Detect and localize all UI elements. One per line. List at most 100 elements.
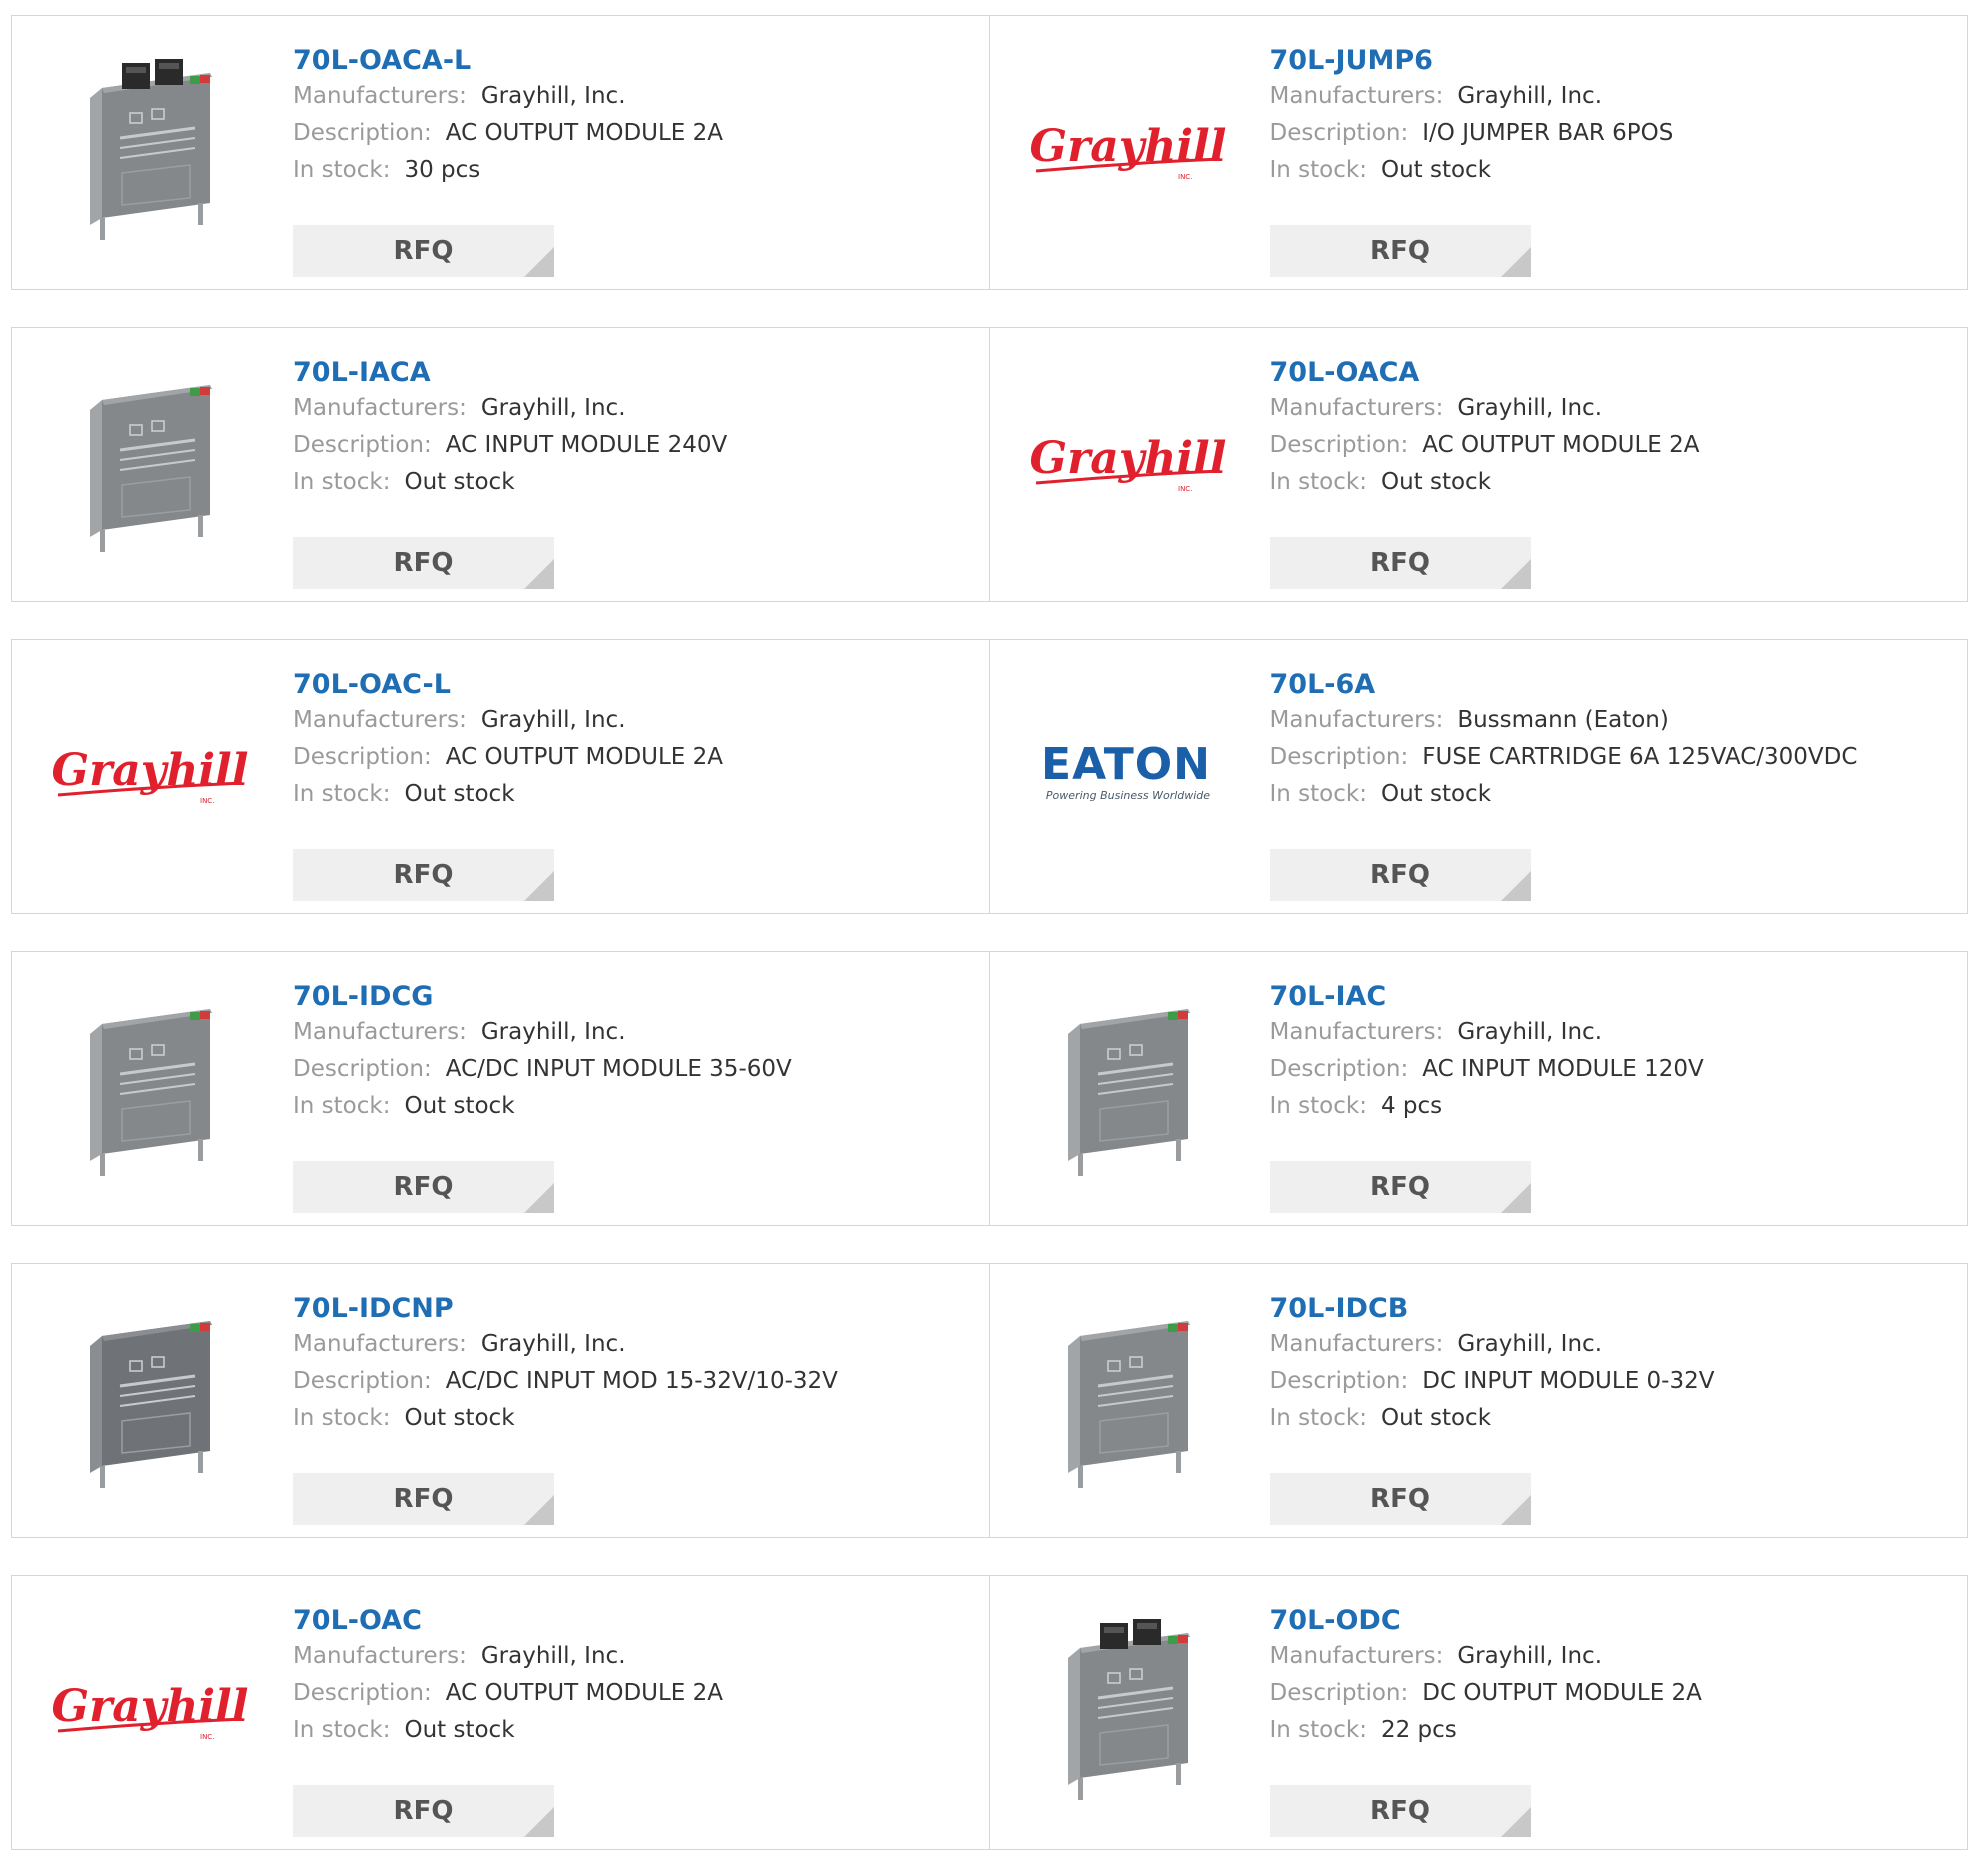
manufacturer-label: Manufacturers: [1269,1019,1444,1045]
description-line: Description: FUSE CARTRIDGE 6A 125VAC/300… [1270,739,1858,776]
description-line: Description: I/O JUMPER BAR 6POS [1270,115,1674,152]
rfq-button[interactable]: RFQ [293,1473,554,1525]
rfq-button[interactable]: RFQ [1269,1785,1531,1837]
stock-value: Out stock [404,469,515,495]
part-number-link[interactable]: 70L-IAC [1270,980,1387,1014]
part-number-link[interactable]: 70L-OACA-L [293,44,471,78]
product-info: 70L-IAC Manufacturers: Grayhill, Inc. Descr… [1269,980,1704,1213]
rfq-label: RFQ [1370,1796,1430,1826]
rfq-label: RFQ [393,860,454,890]
corner-triangle-icon [1500,1183,1531,1213]
product-image[interactable] [1028,1613,1228,1813]
product-row: 70L-IDCNP Manufacturers: Grayhill, Inc. Des… [11,1263,1968,1538]
rfq-button[interactable]: RFQ [1269,849,1531,901]
manufacturer-value: Grayhill, Inc. [480,83,626,109]
rfq-button[interactable]: RFQ [293,1161,554,1213]
svg-text:INC.: INC. [1178,485,1192,493]
part-number-link[interactable]: 70L-OAC [293,1604,422,1638]
product-row: 70L-IACA Manufacturers: Grayhill, Inc. Desc… [11,327,1968,602]
product-card: 70L-IAC Manufacturers: Grayhill, Inc. Descr… [990,952,1968,1225]
product-image[interactable] [1028,1301,1228,1501]
product-card: 70L-ODC Manufacturers: Grayhill, Inc. Descr… [990,1576,1968,1849]
description-value: AC INPUT MODULE 240V [445,432,728,458]
corner-triangle-icon [1500,559,1531,589]
product-info: 70L-IDCB Manufacturers: Grayhill, Inc. Desc… [1269,1292,1715,1525]
rfq-label: RFQ [393,1484,454,1514]
part-number-link[interactable]: 70L-ODC [1270,1604,1401,1638]
manufacturer-line: Manufacturers: Grayhill, Inc. [1270,390,1700,427]
description-label: Description: [1269,1056,1409,1082]
corner-triangle-icon [524,1495,554,1525]
description-value: AC OUTPUT MODULE 2A [445,744,724,770]
description-line: Description: DC INPUT MODULE 0-32V [1270,1363,1715,1400]
grayhill-logo-image[interactable]: Grayhill INC. [50,1613,250,1813]
rfq-button[interactable]: RFQ [1269,1473,1531,1525]
manufacturer-value: Grayhill, Inc. [480,1019,626,1045]
rfq-button[interactable]: RFQ [1269,225,1531,277]
stock-value: Out stock [404,781,515,807]
rfq-label: RFQ [393,236,454,266]
description-value: FUSE CARTRIDGE 6A 125VAC/300VDC [1422,744,1858,770]
description-value: DC OUTPUT MODULE 2A [1422,1680,1702,1706]
rfq-button[interactable]: RFQ [293,1785,554,1837]
stock-label: In stock: [293,781,391,807]
stock-line: In stock: 22 pcs [1270,1712,1702,1749]
rfq-button[interactable]: RFQ [293,537,554,589]
product-image[interactable] [50,989,250,1189]
part-number-link[interactable]: 70L-IACA [293,356,431,390]
rfq-button[interactable]: RFQ [1269,1161,1531,1213]
product-image[interactable] [1028,989,1228,1189]
description-line: Description: AC/DC INPUT MODULE 35-60V [293,1051,792,1088]
grayhill-logo-image[interactable]: Grayhill INC. [50,677,250,877]
part-number-link[interactable]: 70L-OACA [1270,356,1420,390]
manufacturer-label: Manufacturers: [1269,395,1444,421]
part-number-link[interactable]: 70L-OAC-L [293,668,451,702]
stock-label: In stock: [1269,781,1367,807]
product-image[interactable] [50,1301,250,1501]
description-value: AC OUTPUT MODULE 2A [445,1680,724,1706]
manufacturer-label: Manufacturers: [1269,83,1444,109]
manufacturer-value: Grayhill, Inc. [1457,395,1602,421]
rfq-button[interactable]: RFQ [1269,537,1531,589]
product-card: EATON Powering Business Worldwide 70L-6A Ma… [990,640,1968,913]
rfq-button[interactable]: RFQ [293,225,554,277]
stock-value: Out stock [404,1717,515,1743]
rfq-label: RFQ [1370,236,1430,266]
product-image[interactable] [50,365,250,565]
stock-value: Out stock [1380,469,1492,495]
description-value: AC/DC INPUT MODULE 35-60V [445,1056,792,1082]
stock-label: In stock: [293,469,391,495]
rfq-label: RFQ [1370,1172,1430,1202]
manufacturer-label: Manufacturers: [293,1643,467,1669]
rfq-button[interactable]: RFQ [293,849,554,901]
manufacturer-value: Grayhill, Inc. [1457,1331,1602,1357]
manufacturer-line: Manufacturers: Grayhill, Inc. [293,1326,838,1363]
product-row: 70L-OACA-L Manufacturers: Grayhill, Inc. De… [11,15,1968,290]
part-number-link[interactable]: 70L-6A [1270,668,1376,702]
stock-label: In stock: [1269,1093,1367,1119]
part-number-link[interactable]: 70L-IDCG [293,980,433,1014]
stock-line: In stock: Out stock [1270,776,1858,813]
manufacturer-line: Manufacturers: Grayhill, Inc. [293,78,723,115]
part-number-link[interactable]: 70L-JUMP6 [1270,44,1433,78]
product-card: Grayhill INC. 70L-OACA Manufacturers: Grayhi… [990,328,1968,601]
description-line: Description: AC OUTPUT MODULE 2A [293,115,723,152]
product-image[interactable] [50,53,250,253]
product-card: 70L-IDCB Manufacturers: Grayhill, Inc. Desc… [990,1264,1968,1537]
part-number-link[interactable]: 70L-IDCNP [293,1292,454,1326]
part-number-link[interactable]: 70L-IDCB [1270,1292,1409,1326]
stock-value: Out stock [1380,781,1492,807]
grayhill-logo-image[interactable]: Grayhill INC. [1028,365,1228,565]
rfq-label: RFQ [1370,1484,1430,1514]
description-line: Description: AC OUTPUT MODULE 2A [293,739,723,776]
stock-value: Out stock [1380,157,1492,183]
manufacturer-line: Manufacturers: Grayhill, Inc. [1270,1326,1715,1363]
rfq-label: RFQ [393,1796,454,1826]
eaton-logo-image[interactable]: EATON Powering Business Worldwide [1028,677,1228,877]
grayhill-logo-image[interactable]: Grayhill INC. [1028,53,1228,253]
rfq-label: RFQ [393,548,454,578]
stock-line: In stock: Out stock [1270,1400,1715,1437]
manufacturer-value: Grayhill, Inc. [1457,1019,1602,1045]
stock-value: Out stock [404,1093,515,1119]
manufacturer-value: Bussmann (Eaton) [1457,707,1669,733]
